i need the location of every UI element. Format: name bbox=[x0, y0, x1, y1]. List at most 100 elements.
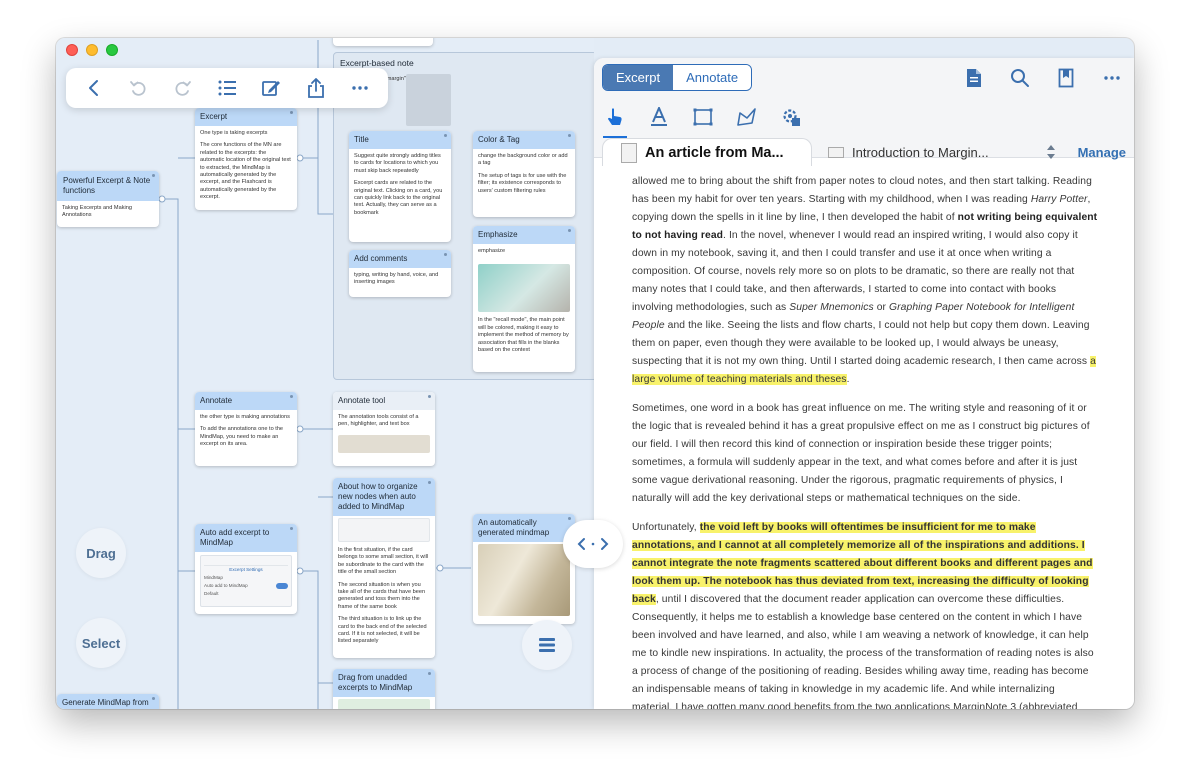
card-title: Excerpt-based note bbox=[340, 58, 414, 68]
mindmap-card-annotate-tool[interactable]: Annotate tool The annotation tools consi… bbox=[333, 392, 435, 466]
card-text: the other type is making annotations bbox=[200, 414, 290, 420]
manage-button[interactable]: Manage bbox=[1078, 145, 1126, 160]
document-button[interactable] bbox=[962, 66, 986, 90]
tab-introduction[interactable]: Introduction to Margin... bbox=[814, 138, 1024, 166]
list-icon bbox=[539, 638, 555, 652]
card-text: change the background color or add a tag bbox=[478, 153, 568, 167]
document-reader: Excerpt Annotate An article from Ma... I… bbox=[594, 58, 1134, 709]
card-text: The core functions of the MN are related… bbox=[200, 142, 291, 201]
annotate-mode-tab[interactable]: Annotate bbox=[673, 65, 752, 90]
split-view-handle[interactable] bbox=[563, 520, 623, 568]
lasso-icon bbox=[737, 108, 756, 126]
mindmap-card-add-comments[interactable]: Add comments typing, writing by hand, vo… bbox=[349, 250, 451, 297]
mindmap-card-organize[interactable]: About how to organize new nodes when aut… bbox=[333, 478, 435, 658]
card-title: About how to organize new nodes when aut… bbox=[333, 478, 435, 516]
card-text: Excerpt cards are related to the origina… bbox=[354, 180, 443, 216]
more-button[interactable] bbox=[346, 74, 374, 102]
sort-arrows-icon[interactable] bbox=[1046, 144, 1056, 160]
pointer-tool[interactable] bbox=[600, 102, 630, 138]
mindmap-card-title[interactable]: Title Suggest quite strongly adding titl… bbox=[349, 131, 451, 242]
card-title: Generate MindMap from bbox=[57, 694, 159, 709]
highlight-tool[interactable] bbox=[644, 102, 674, 132]
app-window: Excerpt-based note ... an excerpt ... a … bbox=[56, 38, 1134, 709]
card-text: typing, writing by hand, voice, and inse… bbox=[354, 272, 439, 286]
redo-button[interactable] bbox=[169, 74, 197, 102]
bookmark-icon bbox=[1058, 68, 1074, 88]
rectangle-select-tool[interactable] bbox=[688, 102, 718, 132]
outline-menu-button[interactable] bbox=[522, 620, 572, 670]
card-title: Emphasize bbox=[473, 226, 575, 244]
mindmap-card-annotate[interactable]: Annotate the other type is making annota… bbox=[195, 392, 297, 466]
mindmap-card-emphasize[interactable]: Emphasize emphasize In the "recall mode"… bbox=[473, 226, 575, 372]
edit-icon bbox=[262, 81, 281, 96]
back-button[interactable] bbox=[80, 74, 108, 102]
article-paragraph: Sometimes, one word in a book has great … bbox=[632, 403, 1090, 504]
card-text: The annotation tools consist of a pen, h… bbox=[338, 414, 419, 428]
bookmark-button[interactable] bbox=[1054, 66, 1078, 90]
undo-icon bbox=[130, 81, 146, 96]
minimize-window-button[interactable] bbox=[86, 44, 98, 56]
close-window-button[interactable] bbox=[66, 44, 78, 56]
mindmap-card-color-tag[interactable]: Color & Tag change the background color … bbox=[473, 131, 575, 217]
article-body[interactable]: allowed me to bring about the shift from… bbox=[632, 173, 1098, 709]
highlight[interactable]: the void left by books will oftentimes b… bbox=[632, 522, 1093, 605]
card-title: Excerpt bbox=[195, 108, 297, 126]
card-text: The third situation is to link up the ca… bbox=[338, 616, 427, 645]
tool-settings[interactable] bbox=[776, 102, 806, 132]
edit-button[interactable] bbox=[257, 74, 285, 102]
settings-row: Auto add to MindMap bbox=[204, 583, 248, 588]
card-text: In the "recall mode", the main point wil… bbox=[478, 317, 569, 354]
article-paragraph: allowed me to bring about the shift from… bbox=[632, 176, 1098, 385]
excerpt-note-image bbox=[406, 74, 451, 126]
mindmap-card-generate[interactable]: Generate MindMap from bbox=[57, 694, 159, 709]
tab-article[interactable]: An article from Ma... bbox=[602, 138, 812, 166]
tab-label: Introduction to Margin... bbox=[852, 144, 989, 160]
settings-screenshot: Excerpt Settings MindMap Auto add to Min… bbox=[200, 555, 292, 607]
mindmap-card-excerpt[interactable]: Excerpt One type is taking excerpts The … bbox=[195, 108, 297, 210]
document-icon bbox=[967, 69, 981, 87]
card-text: emphasize bbox=[478, 248, 506, 254]
window-controls bbox=[66, 44, 118, 56]
card-title: Annotate tool bbox=[333, 392, 435, 410]
drag-mode-button[interactable]: Drag bbox=[76, 528, 126, 578]
annotation-tools bbox=[600, 102, 806, 138]
settings-row: MindMap bbox=[204, 575, 223, 580]
select-mode-button[interactable]: Select bbox=[76, 618, 126, 668]
settings-row: Default bbox=[204, 591, 219, 596]
mindmap-canvas[interactable]: Excerpt-based note ... an excerpt ... a … bbox=[56, 38, 594, 709]
share-button[interactable] bbox=[302, 74, 330, 102]
emphasize-image bbox=[478, 264, 570, 313]
card-text: In the first situation, if the card belo… bbox=[338, 547, 429, 576]
lasso-tool[interactable] bbox=[732, 102, 762, 132]
redo-icon bbox=[175, 81, 191, 96]
search-icon bbox=[1011, 69, 1029, 87]
share-icon bbox=[307, 78, 324, 98]
more-icon bbox=[352, 86, 368, 90]
toggle-switch bbox=[276, 583, 288, 589]
undo-button[interactable] bbox=[124, 74, 152, 102]
mindmap-card-partial[interactable] bbox=[333, 38, 433, 46]
bullet-list-icon bbox=[218, 80, 236, 96]
hand-pointer-icon bbox=[608, 108, 622, 125]
zoom-window-button[interactable] bbox=[106, 44, 118, 56]
card-text: The setup of tags is for use with the fi… bbox=[478, 172, 567, 194]
annotate-tool-image bbox=[338, 434, 430, 453]
card-title: Title bbox=[349, 131, 451, 149]
excerpt-mode-tab[interactable]: Excerpt bbox=[603, 65, 674, 90]
text-highlight-icon bbox=[651, 107, 667, 126]
card-title: An automatically generated mindmap bbox=[473, 514, 575, 542]
mindmap-card-auto-generated[interactable]: An automatically generated mindmap bbox=[473, 514, 575, 624]
card-title: Powerful Excerpt & Note functions bbox=[57, 171, 159, 201]
drag-unadded-image bbox=[338, 699, 430, 709]
mindmap-card-auto-add[interactable]: Auto add excerpt to MindMap Excerpt Sett… bbox=[195, 524, 297, 614]
mindmap-card-drag-unadded[interactable]: Drag from unadded excerpts to MindMap bbox=[333, 669, 435, 709]
mindmap-card-root[interactable]: Powerful Excerpt & Note functions Taking… bbox=[57, 171, 159, 227]
document-tabs: An article from Ma... Introduction to Ma… bbox=[594, 138, 1134, 168]
search-button[interactable] bbox=[1008, 66, 1032, 90]
organize-image bbox=[338, 518, 430, 542]
chevron-left-icon bbox=[89, 80, 99, 96]
mode-segmented-control: Excerpt Annotate bbox=[602, 64, 753, 91]
reader-more-button[interactable] bbox=[1100, 66, 1124, 90]
document-thumbnail-icon bbox=[621, 142, 637, 163]
outline-button[interactable] bbox=[213, 74, 241, 102]
